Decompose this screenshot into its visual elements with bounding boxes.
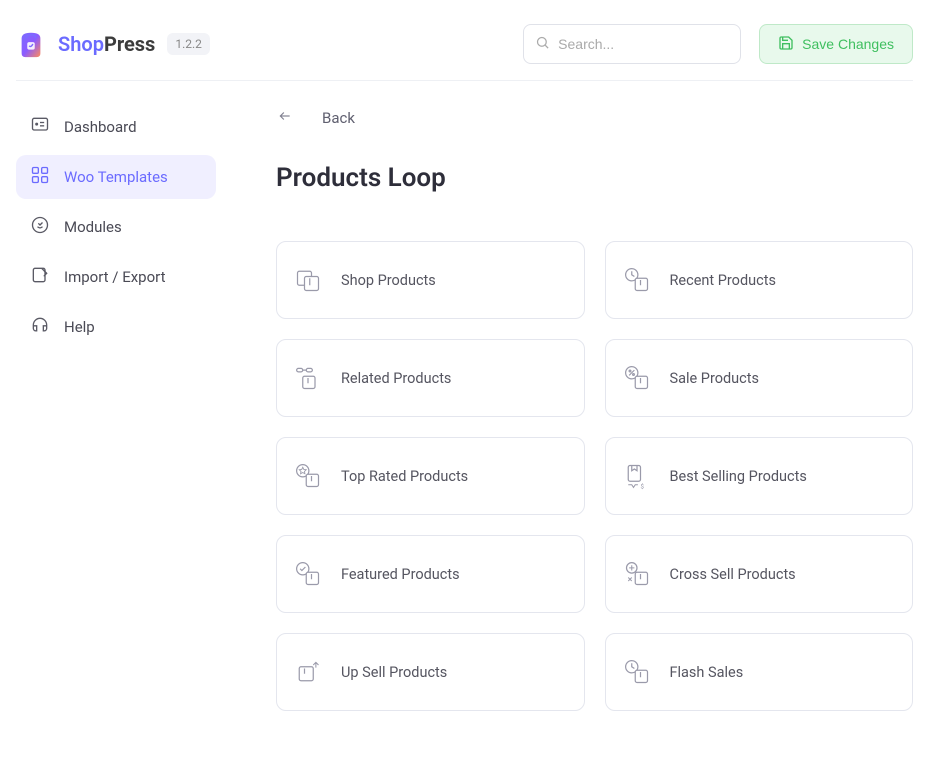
flash-sales-icon [622, 657, 652, 687]
sidebar-item-help[interactable]: Help [16, 305, 216, 349]
search-wrap [523, 24, 741, 64]
templates-icon [30, 165, 50, 189]
sidebar-item-label: Woo Templates [64, 168, 168, 186]
card-shop-products[interactable]: Shop Products [276, 241, 585, 319]
card-top-rated-products[interactable]: Top Rated Products [276, 437, 585, 515]
brand-shop: Shop [58, 32, 104, 56]
save-label: Save Changes [802, 36, 894, 52]
card-label: Featured Products [341, 566, 460, 583]
save-changes-button[interactable]: Save Changes [759, 24, 913, 64]
card-label: Cross Sell Products [670, 566, 796, 583]
cross-sell-icon [622, 559, 652, 589]
import-export-icon [30, 265, 50, 289]
featured-icon [293, 559, 323, 589]
brand-logo-icon [16, 29, 46, 59]
card-best-selling-products[interactable]: $ Best Selling Products [605, 437, 914, 515]
shop-products-icon [293, 265, 323, 295]
card-flash-sales[interactable]: Flash Sales [605, 633, 914, 711]
card-label: Recent Products [670, 272, 776, 289]
recent-products-icon [622, 265, 652, 295]
sidebar-item-woo-templates[interactable]: Woo Templates [16, 155, 216, 199]
brand: ShopPress 1.2.2 [16, 29, 210, 59]
card-label: Best Selling Products [670, 468, 807, 485]
card-label: Up Sell Products [341, 664, 447, 681]
card-label: Sale Products [670, 370, 760, 387]
related-products-icon [293, 363, 323, 393]
header-right: Save Changes [523, 24, 913, 64]
card-label: Top Rated Products [341, 468, 468, 485]
page-title: Products Loop [276, 163, 913, 193]
up-sell-icon [293, 657, 323, 687]
search-input[interactable] [523, 24, 741, 64]
dashboard-icon [30, 115, 50, 139]
brand-press: Press [104, 32, 155, 56]
card-grid: Shop Products Recent Products [276, 241, 913, 711]
sidebar-item-label: Help [64, 318, 95, 336]
back-label: Back [322, 109, 355, 127]
body: Dashboard Woo Templates [16, 105, 913, 711]
card-sale-products[interactable]: Sale Products [605, 339, 914, 417]
best-selling-icon: $ [622, 461, 652, 491]
sidebar-item-import-export[interactable]: Import / Export [16, 255, 216, 299]
save-icon [778, 35, 794, 54]
svg-text:$: $ [640, 483, 644, 490]
back-button[interactable]: Back [276, 109, 913, 127]
sidebar-item-dashboard[interactable]: Dashboard [16, 105, 216, 149]
sale-products-icon [622, 363, 652, 393]
version-badge: 1.2.2 [167, 33, 210, 55]
card-up-sell-products[interactable]: Up Sell Products [276, 633, 585, 711]
sidebar-item-label: Modules [64, 218, 122, 236]
main: Back Products Loop Shop Products [276, 105, 913, 711]
card-label: Flash Sales [670, 664, 744, 681]
brand-text: ShopPress [58, 32, 155, 56]
search-icon [535, 35, 550, 54]
sidebar: Dashboard Woo Templates [16, 105, 216, 711]
sidebar-item-label: Dashboard [64, 118, 137, 136]
help-icon [30, 315, 50, 339]
card-label: Shop Products [341, 272, 436, 289]
card-related-products[interactable]: Related Products [276, 339, 585, 417]
card-recent-products[interactable]: Recent Products [605, 241, 914, 319]
card-cross-sell-products[interactable]: Cross Sell Products [605, 535, 914, 613]
card-label: Related Products [341, 370, 451, 387]
modules-icon [30, 215, 50, 239]
card-featured-products[interactable]: Featured Products [276, 535, 585, 613]
header: ShopPress 1.2.2 Save [16, 16, 913, 81]
sidebar-item-modules[interactable]: Modules [16, 205, 216, 249]
top-rated-icon [293, 461, 323, 491]
sidebar-item-label: Import / Export [64, 268, 166, 286]
back-arrow-icon [276, 109, 294, 127]
